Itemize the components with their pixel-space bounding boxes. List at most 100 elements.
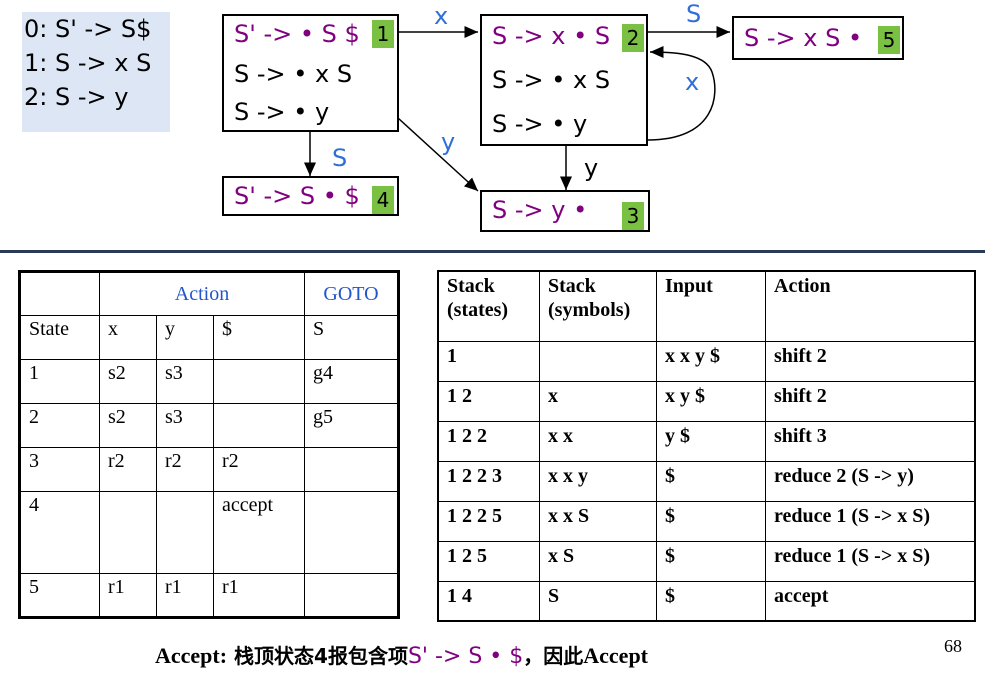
table-cell: g5 [304,403,399,448]
table-cell: reduce 2 (S -> y) [765,460,976,502]
table-cell: shift 2 [765,340,976,382]
edge-1-3 [397,117,479,192]
table-cell [539,340,657,382]
table-row: 1 x x y $ shift 2 [437,340,976,382]
page-number: 68 [944,636,962,656]
table-cell: x x y $ [656,340,766,382]
column-header: $ [213,315,305,360]
state-4-number: 4 [372,186,394,214]
table-cell [213,359,305,404]
state-4: S' -> S • $ 4 [222,176,399,216]
caption-accept-label: Accept: [155,643,228,668]
table-row: 1 2 2 3 x x y $ reduce 2 (S -> y) [437,460,976,502]
action-header: Action [99,271,305,316]
table-cell: 5 [19,573,100,618]
table-row: 2 s2 s3 g5 [19,403,399,448]
table-row: 5 r1 r1 r1 [19,573,399,618]
table-cell: S [539,580,657,622]
table-cell: r2 [99,447,157,492]
table-cell: x x y [539,460,657,502]
trace-header-stack-symbols: Stack (symbols) [539,270,657,342]
state-2-item-2: S -> • x S [492,66,611,94]
table-cell: r1 [156,573,214,618]
table-row: 1 2 5 x S $ reduce 1 (S -> x S) [437,540,976,582]
state-2-item-1: S -> x • S [492,22,611,50]
state-1-number: 1 [372,20,394,48]
table-cell: x [539,380,657,422]
table-cell: 1 4 [437,580,540,622]
table-cell: r2 [156,447,214,492]
table-cell: x x [539,420,657,462]
edge-2-2-loop [647,46,716,141]
state-1-item-3: S -> • y [234,98,330,126]
edge-label-2-5: S [686,0,702,28]
edge-label-1-4: S [332,144,348,172]
table-cell [304,447,399,492]
table-row: 1 2 x x y $ shift 2 [437,380,976,422]
table-cell: 2 [19,403,100,448]
parse-table: Action GOTO State x y $ S 1 s2 s3 g4 2 s… [18,270,400,619]
column-header: x [99,315,157,360]
caption-text-2: ，因此 [523,644,584,668]
state-3: S -> y • 3 [480,190,650,232]
state-5-number: 5 [878,26,900,54]
table-row: 1 4 S $ accept [437,580,976,622]
table-cell [99,491,157,574]
table-cell [304,491,399,574]
table-cell [304,573,399,618]
table-cell: 1 2 2 3 [437,460,540,502]
state-2: S -> x • S S -> • x S S -> • y 2 [480,14,648,146]
table-cell: r1 [213,573,305,618]
table-cell: s3 [156,359,214,404]
table-row: 3 r2 r2 r2 [19,447,399,492]
table-cell: y $ [656,420,766,462]
trace-table: Stack (states) Stack (symbols) Input Act… [437,270,976,622]
table-cell: x S [539,540,657,582]
state-2-number: 2 [622,24,644,52]
table-cell [156,491,214,574]
table-cell: reduce 1 (S -> x S) [765,540,976,582]
trace-header-input: Input [656,270,766,342]
table-cell: shift 2 [765,380,976,422]
parse-table-corner [19,271,100,316]
table-cell [213,403,305,448]
table-cell: $ [656,500,766,542]
table-cell: 4 [19,491,100,574]
state-5: S -> x S • 5 [732,16,904,60]
column-header: State [19,315,100,360]
goto-header: GOTO [304,271,399,316]
state-3-item-1: S -> y • [492,196,588,224]
table-cell: 1 2 2 5 [437,500,540,542]
state-1: S' -> • S $ S -> • x S S -> • y 1 [222,14,399,132]
table-cell: 3 [19,447,100,492]
table-cell: g4 [304,359,399,404]
column-header: y [156,315,214,360]
table-cell: 1 2 [437,380,540,422]
table-cell: $ [656,540,766,582]
table-cell: 1 [19,359,100,404]
edge-label-1-2: x [434,2,449,30]
caption-accept-word: Accept [583,643,649,668]
state-4-item-1: S' -> S • $ [234,182,360,210]
table-cell: shift 3 [765,420,976,462]
state-1-item-2: S -> • x S [234,60,353,88]
table-cell: x y $ [656,380,766,422]
edge-label-1-3: y [441,128,456,156]
table-cell: accept [765,580,976,622]
table-cell: 1 2 2 [437,420,540,462]
edge-label-2-2: x [685,68,700,96]
caption-text: 栈顶状态4报包含项 [227,644,408,668]
table-row: 1 2 2 x x y $ shift 3 [437,420,976,462]
table-cell: r1 [99,573,157,618]
state-3-number: 3 [622,202,644,230]
table-row: 4 accept [19,491,399,574]
table-cell: 1 2 5 [437,540,540,582]
column-header: S [304,315,399,360]
state-2-item-3: S -> • y [492,110,588,138]
table-cell: r2 [213,447,305,492]
table-cell: reduce 1 (S -> x S) [765,500,976,542]
table-cell: 1 [437,340,540,382]
table-cell: s3 [156,403,214,448]
caption-item: S' -> S • $ [407,644,524,669]
table-cell: s2 [99,403,157,448]
